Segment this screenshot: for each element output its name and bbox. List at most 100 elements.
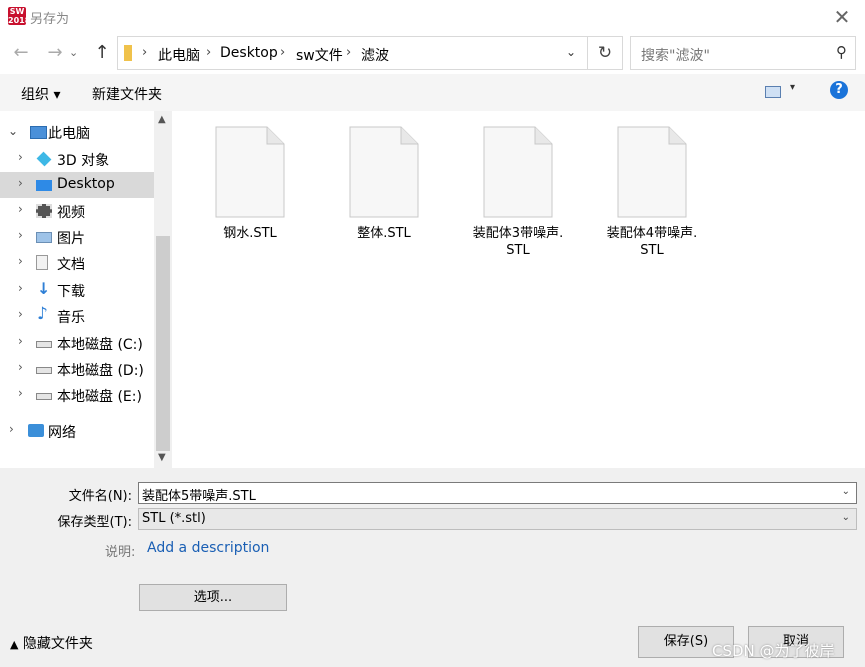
- chevron-right-icon[interactable]: ›: [18, 202, 23, 216]
- chevron-up-icon: ▲: [10, 638, 19, 651]
- nav-item-drive-e[interactable]: › 本地磁盘 (E:): [0, 382, 154, 408]
- file-item[interactable]: 装配体3带噪声. STL: [440, 111, 563, 261]
- nav-item-music[interactable]: › ♪ 音乐: [0, 303, 154, 329]
- expanded-chevron-icon[interactable]: ⌄: [8, 124, 18, 138]
- video-icon: [36, 204, 52, 218]
- up-arrow-icon[interactable]: ↑: [90, 41, 114, 65]
- nav-label: Desktop: [57, 176, 115, 192]
- search-placeholder: 搜索"滤波": [641, 48, 710, 64]
- view-chevron-icon[interactable]: ▾: [790, 82, 795, 93]
- breadcrumb-separator[interactable]: ›: [346, 45, 351, 60]
- file-item[interactable]: 钢水.STL: [172, 111, 285, 261]
- chevron-right-icon[interactable]: ›: [18, 360, 23, 374]
- chevron-right-icon[interactable]: ›: [9, 422, 14, 436]
- scroll-up-icon[interactable]: ▲: [158, 114, 166, 125]
- nav-label: 本地磁盘 (C:): [57, 337, 143, 353]
- network-icon: [28, 424, 44, 437]
- nav-label: 网络: [48, 425, 76, 441]
- breadcrumb-separator[interactable]: ›: [206, 45, 211, 60]
- file-name: 整体.STL: [357, 226, 411, 241]
- music-icon: ♪: [37, 304, 48, 324]
- save-type-label: 保存类型(T):: [57, 515, 132, 530]
- save-type-select[interactable]: STL (*.stl) ⌄: [138, 508, 857, 530]
- command-toolbar: 组织 ▾ 新建文件夹 ▾ ?: [0, 74, 865, 112]
- desktop-icon: [36, 180, 52, 191]
- nav-label: 视频: [57, 205, 85, 221]
- breadcrumb-separator[interactable]: ›: [280, 45, 285, 60]
- nav-label: 图片: [57, 231, 85, 247]
- forward-arrow-icon[interactable]: →: [43, 41, 67, 65]
- file-name: 装配体3带噪声. STL: [472, 226, 564, 258]
- address-bar[interactable]: › 此电脑 › Desktop › sw文件 › 滤波 ⌄: [117, 36, 588, 70]
- file-name: 装配体4带噪声. STL: [606, 226, 698, 258]
- nav-item-documents[interactable]: › 文档: [0, 250, 154, 276]
- watermark: CSDN @为了彼岸: [712, 642, 835, 660]
- nav-item-network[interactable]: › 网络: [0, 418, 154, 444]
- nav-label: 下载: [57, 284, 85, 300]
- filename-label: 文件名(N):: [68, 489, 132, 504]
- search-input[interactable]: 搜索"滤波" ⚲: [630, 36, 856, 70]
- folder-icon: [124, 45, 132, 61]
- nav-item-drive-c[interactable]: › 本地磁盘 (C:): [0, 330, 154, 356]
- description-label: 说明:: [105, 545, 136, 560]
- chevron-right-icon[interactable]: ›: [18, 386, 23, 400]
- breadcrumb-sw-folder[interactable]: sw文件: [296, 45, 343, 65]
- chevron-right-icon[interactable]: ›: [18, 254, 23, 268]
- chevron-down-icon[interactable]: ⌄: [842, 512, 850, 523]
- breadcrumb-this-pc[interactable]: 此电脑: [158, 45, 200, 65]
- file-item[interactable]: 装配体4带噪声. STL: [574, 111, 697, 261]
- drive-icon: [36, 367, 52, 374]
- breadcrumb-filter[interactable]: 滤波: [361, 45, 389, 65]
- chevron-down-icon[interactable]: ⌄: [842, 486, 850, 497]
- chevron-right-icon[interactable]: ›: [18, 176, 23, 190]
- stl-file-icon: [349, 126, 419, 218]
- window-title: 另存为: [30, 12, 70, 27]
- nav-label: 此电脑: [48, 126, 90, 142]
- documents-icon: [36, 255, 48, 270]
- breadcrumb-desktop[interactable]: Desktop: [220, 45, 278, 61]
- recent-locations-chevron-icon[interactable]: ⌄: [69, 46, 78, 59]
- new-folder-button[interactable]: 新建文件夹: [92, 84, 162, 104]
- solidworks-app-icon: SW 2018: [8, 7, 31, 25]
- stl-file-icon: [483, 126, 553, 218]
- nav-item-desktop[interactable]: › Desktop: [0, 172, 154, 198]
- nav-item-this-pc[interactable]: ⌄ 此电脑: [0, 119, 154, 145]
- help-icon[interactable]: ?: [830, 81, 848, 99]
- nav-label: 文档: [57, 257, 85, 273]
- nav-item-3d-objects[interactable]: › 3D 对象: [0, 146, 154, 172]
- chevron-down-icon[interactable]: ⌄: [566, 45, 576, 59]
- file-name: 钢水.STL: [223, 226, 277, 241]
- options-button[interactable]: 选项...: [139, 584, 287, 611]
- nav-item-pictures[interactable]: › 图片: [0, 224, 154, 250]
- nav-label: 本地磁盘 (E:): [57, 389, 142, 405]
- refresh-icon[interactable]: ↻: [588, 36, 623, 70]
- computer-icon: [30, 126, 47, 139]
- search-icon[interactable]: ⚲: [836, 43, 847, 61]
- chevron-right-icon[interactable]: ›: [18, 334, 23, 348]
- nav-item-downloads[interactable]: › ↓ 下载: [0, 277, 154, 303]
- organize-menu-button[interactable]: 组织 ▾: [21, 84, 60, 104]
- close-icon[interactable]: ✕: [829, 4, 855, 30]
- chevron-right-icon[interactable]: ›: [18, 228, 23, 242]
- stl-file-icon: [215, 126, 285, 218]
- chevron-right-icon[interactable]: ›: [18, 307, 23, 321]
- filename-value: 装配体5带噪声.STL: [142, 489, 256, 504]
- title-bar: SW 2018 另存为 ✕: [0, 0, 865, 34]
- save-type-value: STL (*.stl): [142, 511, 206, 526]
- nav-item-drive-d[interactable]: › 本地磁盘 (D:): [0, 356, 154, 382]
- filename-field[interactable]: 装配体5带噪声.STL ⌄: [138, 482, 857, 504]
- add-description-link[interactable]: Add a description: [147, 540, 269, 556]
- hide-folders-toggle[interactable]: ▲ 隐藏文件夹: [10, 633, 93, 653]
- nav-item-videos[interactable]: › 视频: [0, 198, 154, 224]
- view-options-icon[interactable]: [765, 86, 781, 98]
- nav-scrollbar[interactable]: ▲ ▼: [154, 111, 172, 468]
- back-arrow-icon[interactable]: ←: [9, 41, 33, 65]
- chevron-right-icon[interactable]: ›: [18, 281, 23, 295]
- scroll-thumb[interactable]: [156, 236, 170, 451]
- chevron-right-icon[interactable]: ›: [18, 150, 23, 164]
- scroll-down-icon[interactable]: ▼: [158, 452, 166, 463]
- breadcrumb-separator[interactable]: ›: [142, 45, 147, 60]
- file-item[interactable]: 整体.STL: [306, 111, 419, 261]
- nav-label: 本地磁盘 (D:): [57, 363, 144, 379]
- drive-icon: [36, 393, 52, 400]
